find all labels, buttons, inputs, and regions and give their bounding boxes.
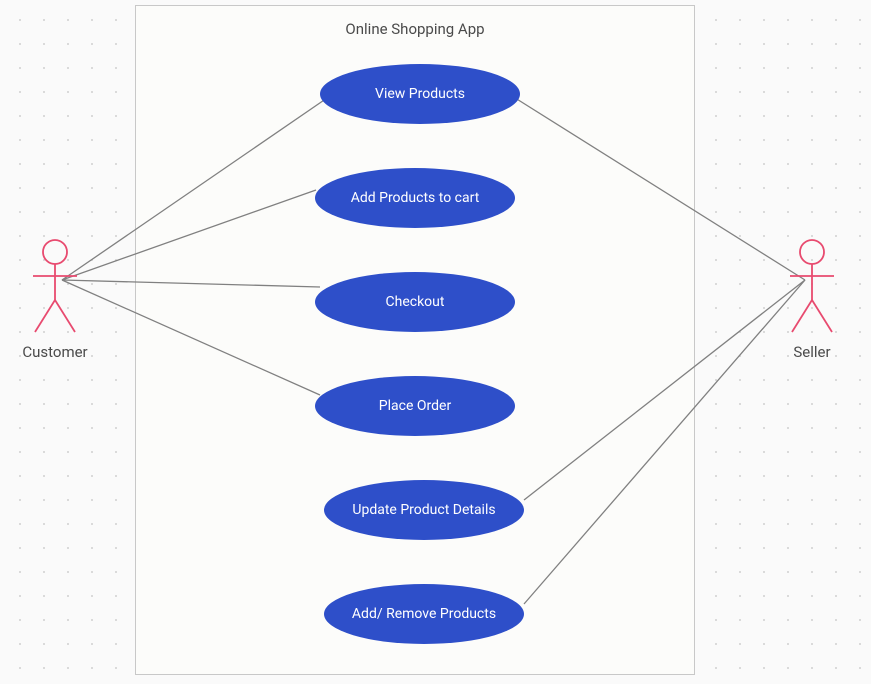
use-case-add-to-cart[interactable]: Add Products to cart bbox=[315, 168, 515, 228]
use-case-label: Add Products to cart bbox=[351, 190, 480, 206]
use-case-label: Place Order bbox=[379, 398, 451, 414]
use-case-label: Add/ Remove Products bbox=[352, 606, 496, 622]
use-case-label: View Products bbox=[375, 86, 465, 102]
use-case-checkout[interactable]: Checkout bbox=[315, 272, 515, 332]
actor-customer-icon bbox=[25, 238, 85, 338]
use-case-label: Update Product Details bbox=[352, 502, 495, 518]
use-case-place-order[interactable]: Place Order bbox=[315, 376, 515, 436]
use-case-view-products[interactable]: View Products bbox=[320, 64, 520, 124]
use-case-update-product[interactable]: Update Product Details bbox=[324, 480, 524, 540]
actor-customer-label: Customer bbox=[12, 343, 98, 361]
use-case-label: Checkout bbox=[386, 294, 445, 310]
actor-seller-label: Seller bbox=[784, 343, 840, 361]
actor-seller-icon bbox=[782, 238, 842, 338]
system-title: Online Shopping App bbox=[136, 20, 694, 38]
use-case-add-remove-products[interactable]: Add/ Remove Products bbox=[324, 584, 524, 644]
